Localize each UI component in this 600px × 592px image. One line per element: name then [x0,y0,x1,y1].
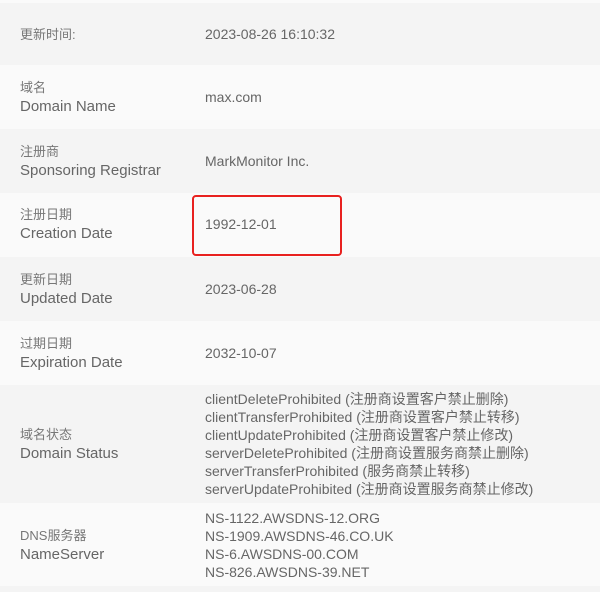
value-line: NS-826.AWSDNS-39.NET [205,563,370,580]
row-domain-name: 域名 Domain Name max.com [0,65,600,129]
label-zh: 域名状态 [20,427,73,442]
field-value: 2023-06-28 [205,280,277,298]
label-en: Domain Name [20,98,116,115]
value-line: NS-6.AWSDNS-00.COM [205,545,359,562]
value-line: clientTransferProhibited (注册商设置客户禁止转移) [205,409,520,425]
value-line: NS-1909.AWSDNS-46.CO.UK [205,527,394,544]
value-line: serverDeleteProhibited (注册商设置服务商禁止删除) [205,445,529,461]
row-updated-date: 更新日期 Updated Date 2023-06-28 [0,257,600,321]
label-en: NameServer [20,545,105,563]
field-value: clientDeleteProhibited (注册商设置客户禁止删除) clie… [205,390,533,498]
field-value: NS-1122.AWSDNS-12.ORG NS-1909.AWSDNS-46.C… [205,509,394,581]
row-registrar: 注册商 Sponsoring Registrar MarkMonitor Inc. [0,129,600,193]
value-line: clientUpdateProhibited (注册商设置客户禁止修改) [205,427,514,443]
field-label: 过期日期 Expiration Date [20,334,123,372]
row-nameserver: DNS服务器 NameServer NS-1122.AWSDNS-12.ORG NS-… [0,503,600,586]
label-zh: 域名 [20,80,47,95]
field-label: 域名 Domain Name [20,78,116,116]
value-line: max.com [205,89,262,105]
value-line: NS-1122.AWSDNS-12.ORG [205,509,381,526]
creation-date-highlight-box [192,195,342,256]
value-line: 2023-06-28 [205,281,277,297]
value-line: clientDeleteProhibited (注册商设置客户禁止删除) [205,391,509,407]
label-zh: DNS服务器 [20,527,87,543]
field-label: 注册日期 Creation Date [20,205,113,243]
label-en: Creation Date [20,225,113,242]
label-en: Domain Status [20,445,119,462]
label-en: Updated Date [20,290,113,307]
label-en: Sponsoring Registrar [20,162,161,179]
field-label: 注册商 Sponsoring Registrar [20,142,161,180]
label-zh: 注册商 [20,144,60,159]
field-label: 更新时间: [20,25,76,44]
value-line: 2023-08-26 16:10:32 [205,26,335,42]
label-en: Expiration Date [20,354,123,371]
label-zh: 更新日期 [20,272,73,287]
field-label: DNS服务器 NameServer [20,526,104,564]
row-expiration-date: 过期日期 Expiration Date 2032-10-07 [0,321,600,385]
row-domain-status: 域名状态 Domain Status clientDeleteProhibited … [0,385,600,503]
field-value: MarkMonitor Inc. [205,152,309,170]
field-label: 更新日期 Updated Date [20,270,113,308]
field-label: 域名状态 Domain Status [20,425,118,463]
value-line: MarkMonitor Inc. [205,153,310,169]
label-zh: 注册日期 [20,207,73,222]
label-zh: 过期日期 [20,336,73,351]
label-zh: 更新时间: [20,26,76,42]
field-value: 2032-10-07 [205,344,277,362]
value-line: serverUpdateProhibited (注册商设置服务商禁止修改) [205,481,534,497]
field-value: max.com [205,88,262,106]
field-value: 2023-08-26 16:10:32 [205,25,335,43]
value-line: serverTransferProhibited (服务商禁止转移) [205,463,470,479]
value-line: 2032-10-07 [205,345,277,361]
row-update-time: 更新时间: 2023-08-26 16:10:32 [0,3,600,65]
row-spacer [0,586,600,592]
